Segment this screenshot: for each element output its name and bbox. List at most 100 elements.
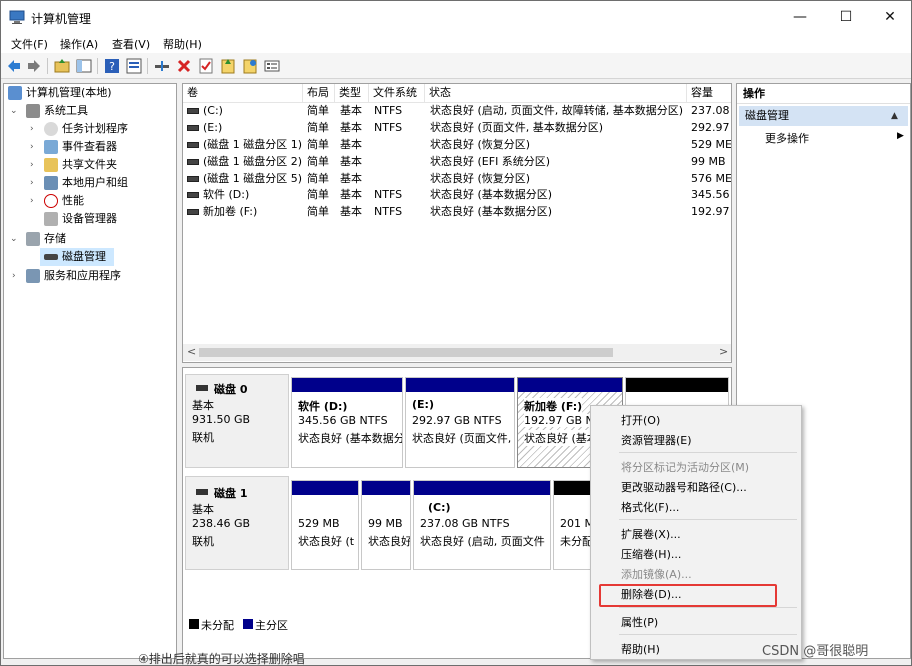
submenu-arrow-icon[interactable]: ▶ <box>897 131 904 141</box>
partition-d[interactable]: 软件 (D:) 345.56 GB NTFS 状态良好 (基本数据分 <box>291 377 403 468</box>
tree-label-system-tools: 系统工具 <box>44 104 88 117</box>
menu-item-add-mirror[interactable]: 添加镜像(A)... <box>621 566 692 582</box>
partition-title: (E:) <box>412 398 434 411</box>
forward-arrow-icon[interactable] <box>25 57 43 75</box>
table-row[interactable]: (磁盘 1 磁盘分区 5) 简单 基本 状态良好 (恢复分区) 576 ME <box>183 171 731 187</box>
partition-c[interactable]: (C:) 237.08 GB NTFS 状态良好 (启动, 页面文件 <box>413 480 551 570</box>
table-row[interactable]: (C:) 简单 基本 NTFS 状态良好 (启动, 页面文件, 故障转储, 基本… <box>183 103 731 119</box>
expand-arrow-icon[interactable]: › <box>12 267 16 285</box>
toolbar-separator <box>147 58 148 74</box>
minimize-button[interactable]: — <box>777 1 823 33</box>
cell-filesystem <box>374 171 424 187</box>
close-button[interactable]: ✕ <box>867 1 912 33</box>
export-icon[interactable] <box>241 57 259 75</box>
partition-bar <box>518 378 622 392</box>
column-header-volume[interactable]: 卷 <box>183 84 303 103</box>
menu-item-help[interactable]: 帮助(H) <box>621 641 660 657</box>
tree-item-system-tools[interactable]: ⌄ 系统工具 <box>8 102 174 120</box>
properties-icon[interactable] <box>125 57 143 75</box>
title-bar: 计算机管理 — ☐ ✕ <box>1 1 911 33</box>
partition-efi[interactable]: 99 MB 状态良好 <box>361 480 411 570</box>
delete-volume-highlight-box <box>599 584 777 607</box>
tree-item-event-viewer[interactable]: › 事件查看器 <box>8 138 174 156</box>
tree-item-services-apps[interactable]: › 服务和应用程序 <box>8 267 174 285</box>
tree-item-task-scheduler[interactable]: › 任务计划程序 <box>8 120 174 138</box>
table-row[interactable]: (磁盘 1 磁盘分区 1) 简单 基本 状态良好 (恢复分区) 529 ME <box>183 137 731 153</box>
menu-item-explorer[interactable]: 资源管理器(E) <box>621 432 692 448</box>
table-row[interactable]: (E:) 简单 基本 NTFS 状态良好 (页面文件, 基本数据分区) 292.… <box>183 120 731 136</box>
app-icon <box>9 9 25 25</box>
menu-separator <box>619 519 797 520</box>
table-row[interactable]: (磁盘 1 磁盘分区 2) 简单 基本 状态良好 (EFI 系统分区) 99 M… <box>183 154 731 170</box>
menu-action[interactable]: 操作(A) <box>60 36 98 52</box>
actions-section-disk-management[interactable]: 磁盘管理 ▲ <box>739 106 908 126</box>
partition-recovery-1[interactable]: 529 MB 状态良好 (t <box>291 480 359 570</box>
partition-e[interactable]: (E:) 292.97 GB NTFS 状态良好 (页面文件, <box>405 377 515 468</box>
scroll-left-button[interactable]: < <box>187 345 196 358</box>
column-header-status[interactable]: 状态 <box>425 84 687 103</box>
menu-item-extend-volume[interactable]: 扩展卷(X)... <box>621 526 681 542</box>
menu-file[interactable]: 文件(F) <box>11 36 48 52</box>
menu-item-change-drive-letter[interactable]: 更改驱动器号和路径(C)... <box>621 479 747 495</box>
tree-item-shared-folders[interactable]: › 共享文件夹 <box>8 156 174 174</box>
disk-1-info[interactable]: 磁盘 1 基本 238.46 GB 联机 <box>185 476 289 570</box>
disk-name: 磁盘 0 <box>214 383 248 396</box>
partition-title: 软件 (D:) <box>298 400 348 413</box>
expand-arrow-icon[interactable]: › <box>30 192 34 210</box>
expand-arrow-icon[interactable]: › <box>30 138 34 156</box>
tree-item-storage[interactable]: ⌄ 存储 <box>8 230 174 248</box>
collapse-up-icon[interactable]: ▲ <box>891 106 898 126</box>
tools-icon <box>26 104 40 118</box>
back-arrow-icon[interactable] <box>5 57 23 75</box>
horizontal-scrollbar[interactable]: < > <box>183 344 731 361</box>
cell-status: 状态良好 (EFI 系统分区) <box>430 155 551 168</box>
disk-0-info[interactable]: 磁盘 0 基本 931.50 GB 联机 <box>185 374 289 468</box>
menu-item-properties[interactable]: 属性(P) <box>621 614 658 630</box>
cell-status: 状态良好 (页面文件, 基本数据分区) <box>430 121 604 134</box>
help-icon[interactable]: ? <box>103 57 121 75</box>
expand-arrow-icon[interactable]: › <box>30 174 34 192</box>
expand-arrow-icon[interactable]: › <box>30 120 34 138</box>
check-icon[interactable] <box>197 57 215 75</box>
volume-list-header: 卷 布局 类型 文件系统 状态 容量 <box>183 84 731 103</box>
collapse-arrow-icon[interactable]: ⌄ <box>10 230 18 248</box>
console-tree-icon[interactable] <box>75 57 93 75</box>
table-row[interactable]: 软件 (D:) 简单 基本 NTFS 状态良好 (基本数据分区) 345.56 <box>183 187 731 203</box>
delete-icon[interactable] <box>175 57 193 75</box>
scrollbar-thumb[interactable] <box>199 348 613 357</box>
menu-item-open[interactable]: 打开(O) <box>621 412 660 428</box>
collapse-arrow-icon[interactable]: ⌄ <box>10 102 18 120</box>
menu-item-shrink-volume[interactable]: 压缩卷(H)... <box>621 546 681 562</box>
more-actions-link[interactable]: 更多操作 <box>765 130 809 146</box>
scroll-right-button[interactable]: > <box>719 345 728 358</box>
tree-item-disk-management[interactable]: 磁盘管理 <box>40 248 114 266</box>
column-header-type[interactable]: 类型 <box>335 84 369 103</box>
folder-up-icon[interactable] <box>53 57 71 75</box>
column-header-capacity[interactable]: 容量 <box>687 84 731 103</box>
tree-root-label: 计算机管理(本地) <box>26 86 112 99</box>
cell-type: 基本 <box>340 155 362 168</box>
menu-view[interactable]: 查看(V) <box>112 36 150 52</box>
expand-arrow-icon[interactable]: › <box>30 156 34 174</box>
tree-item-performance[interactable]: › 性能 <box>8 192 174 210</box>
details-icon[interactable] <box>263 57 281 75</box>
menu-help[interactable]: 帮助(H) <box>163 36 202 52</box>
tree-root[interactable]: 计算机管理(本地) <box>8 84 174 102</box>
volume-icon <box>187 176 199 182</box>
tree-label-shared-folders: 共享文件夹 <box>62 158 117 171</box>
computer-icon <box>8 86 22 100</box>
table-row[interactable]: 新加卷 (F:) 简单 基本 NTFS 状态良好 (基本数据分区) 192.97 <box>183 204 731 220</box>
cell-filesystem <box>374 137 424 153</box>
import-icon[interactable] <box>219 57 237 75</box>
column-header-layout[interactable]: 布局 <box>303 84 335 103</box>
partition-bar <box>406 378 514 392</box>
menu-item-mark-active[interactable]: 将分区标记为活动分区(M) <box>621 459 749 475</box>
connect-icon[interactable] <box>153 57 171 75</box>
tree-item-local-users[interactable]: › 本地用户和组 <box>8 174 174 192</box>
column-header-filesystem[interactable]: 文件系统 <box>369 84 425 103</box>
menu-item-format[interactable]: 格式化(F)... <box>621 499 679 515</box>
maximize-button[interactable]: ☐ <box>823 1 869 33</box>
tree-item-device-manager[interactable]: 设备管理器 <box>8 210 174 228</box>
volume-icon <box>187 192 199 198</box>
toolbar-separator <box>97 58 98 74</box>
